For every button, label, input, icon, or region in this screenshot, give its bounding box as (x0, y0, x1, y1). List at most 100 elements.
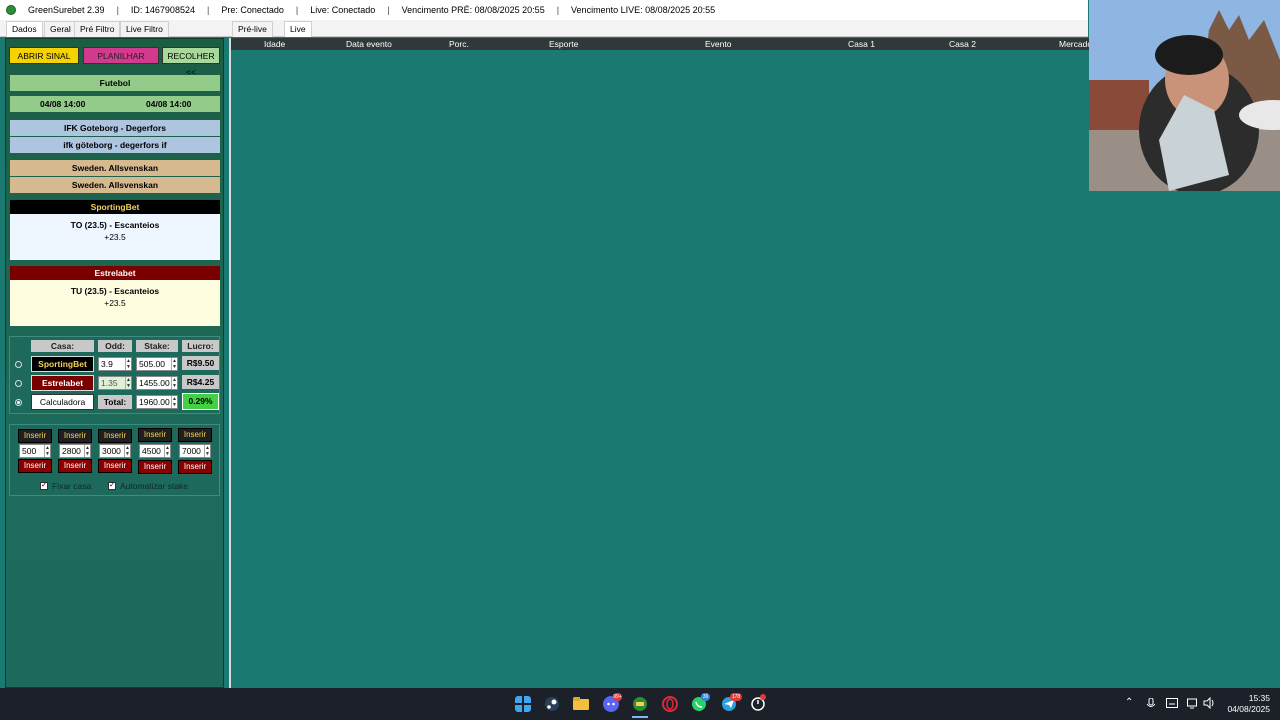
header-lucro: Lucro: (182, 340, 219, 352)
inserir-house1-7000[interactable]: Inserir (178, 428, 212, 442)
quick-stake-input[interactable]: 7000 ▲ ▼ (179, 444, 211, 458)
steam-icon[interactable] (544, 696, 560, 712)
tab-dados[interactable]: Dados (6, 21, 43, 37)
active-app-indicator (632, 716, 648, 718)
webcam-overlay (1089, 0, 1280, 191)
quick-stake-value: 3000 (102, 446, 121, 456)
house1-market: TO (23.5) - Escanteios (70, 220, 160, 230)
notification-dot (760, 694, 766, 700)
quick-stake-panel: Inserir Inserir Inserir Inserir Inserir … (9, 424, 220, 496)
stake2-input[interactable]: 1455.00 ▲ ▼ (136, 376, 178, 390)
tab-pre-live[interactable]: Pré-live (232, 21, 273, 37)
inserir-house1-2800[interactable]: Inserir (58, 429, 92, 443)
keyboard-icon[interactable] (1166, 698, 1178, 708)
odd1-input[interactable]: 3.9 ▲ ▼ (98, 357, 132, 371)
microphone-icon[interactable] (1146, 698, 1156, 710)
house1-calc-button[interactable]: SportingBet (31, 356, 94, 372)
discord-badge: 99+ (613, 693, 622, 701)
radio-house1[interactable] (15, 361, 22, 368)
header-stake: Stake: (136, 340, 178, 352)
spinner-arrows-icon[interactable]: ▲ ▼ (125, 377, 131, 389)
greensurebet-app-icon[interactable] (632, 696, 648, 712)
tab-live-filtro[interactable]: Live Filtro (120, 21, 169, 37)
radio-house2[interactable] (15, 380, 22, 387)
abrir-sinal-button[interactable]: ABRIR SINAL (9, 47, 79, 64)
date-house2: 04/08 14:00 (146, 99, 192, 109)
column-casa-2[interactable]: Casa 2 (949, 39, 976, 49)
column-porc[interactable]: Porc. (449, 39, 469, 49)
column-casa-1[interactable]: Casa 1 (848, 39, 875, 49)
windows-start-icon[interactable] (515, 696, 531, 712)
signal-panel: ABRIR SINAL PLANILHAR RECOLHER << Futebo… (5, 38, 224, 688)
quick-stake-input[interactable]: 4500 ▲ ▼ (139, 444, 171, 458)
header-odd: Odd: (98, 340, 132, 352)
column-esporte[interactable]: Esporte (549, 39, 578, 49)
lucro1-value: R$9.50 (182, 356, 219, 370)
quick-stake-input[interactable]: 3000 ▲ ▼ (99, 444, 131, 458)
inserir-house1-500[interactable]: Inserir (18, 429, 52, 443)
inserir-house2-3000[interactable]: Inserir (98, 459, 132, 473)
inserir-house2-7000[interactable]: Inserir (178, 460, 212, 474)
radio-calculadora[interactable] (15, 399, 22, 406)
column-data-evento[interactable]: Data evento (346, 39, 392, 49)
system-clock[interactable]: 15:35 04/08/2025 (1222, 693, 1270, 715)
chevron-up-icon[interactable]: ⌃ (1125, 697, 1133, 708)
inserir-house1-4500[interactable]: Inserir (138, 428, 172, 442)
quick-stake-value: 7000 (182, 446, 201, 456)
total-label: Total: (98, 395, 132, 409)
spinner-arrows-icon[interactable]: ▲ ▼ (44, 445, 50, 457)
tab-pre-filtro[interactable]: Pré Filtro (74, 21, 121, 37)
total-input[interactable]: 1960.00 ▲ ▼ (136, 395, 178, 409)
spinner-arrows-icon[interactable]: ▲ ▼ (164, 445, 170, 457)
date-bar: 04/08 14:00 04/08 14:00 (10, 96, 220, 112)
league-name-1: Sweden. Allsvenskan (10, 160, 220, 176)
odd2-input[interactable]: 1.35 ▲ ▼ (98, 376, 132, 390)
app-title: GreenSurebet 2.39 (28, 5, 105, 15)
event-name-2: ifk göteborg - degerfors if (10, 137, 220, 153)
column-evento[interactable]: Evento (705, 39, 731, 49)
inserir-house2-2800[interactable]: Inserir (58, 459, 92, 473)
tab-bar: Dados Geral Pré Filtro Live Filtro Pré-l… (0, 20, 1088, 37)
house2-market: TU (23.5) - Escanteios (70, 286, 160, 296)
taskbar: 99+ 36 178 ⌃ 15:35 04/08/2025 (0, 688, 1280, 720)
file-explorer-icon[interactable] (573, 696, 589, 712)
pre-status: Pre: Conectado (221, 5, 284, 15)
calculator-panel: Casa: Odd: Stake: Lucro: SportingBet 3.9… (9, 336, 220, 414)
spinner-arrows-icon[interactable]: ▲ ▼ (171, 396, 177, 408)
fixar-casa-label: Fixar casa (52, 481, 92, 491)
clock-date: 04/08/2025 (1227, 704, 1270, 714)
spinner-arrows-icon[interactable]: ▲ ▼ (171, 377, 177, 389)
inserir-house2-4500[interactable]: Inserir (138, 460, 172, 474)
tab-geral[interactable]: Geral (44, 21, 77, 37)
quick-stake-input[interactable]: 500 ▲ ▼ (19, 444, 51, 458)
spinner-arrows-icon[interactable]: ▲ ▼ (124, 445, 130, 457)
column-mercado[interactable]: Mercado (1059, 39, 1092, 49)
odd1-value: 3.9 (101, 359, 113, 369)
house2-line: +23.5 (104, 298, 126, 308)
separator: | (295, 5, 299, 15)
tab-live[interactable]: Live (284, 21, 312, 37)
column-idade[interactable]: Idade (264, 39, 285, 49)
quick-stake-input[interactable]: 2800 ▲ ▼ (59, 444, 91, 458)
recolher-button[interactable]: RECOLHER << (162, 47, 220, 77)
volume-icon[interactable] (1203, 697, 1215, 709)
spinner-arrows-icon[interactable]: ▲ ▼ (204, 445, 210, 457)
spinner-arrows-icon[interactable]: ▲ ▼ (171, 358, 177, 370)
inserir-house1-3000[interactable]: Inserir (98, 429, 132, 443)
quick-stake-value: 2800 (62, 446, 81, 456)
inserir-house2-500[interactable]: Inserir (18, 459, 52, 473)
opera-gx-icon[interactable] (662, 696, 678, 712)
clock-time: 15:35 (1248, 693, 1270, 703)
house2-calc-button[interactable]: Estrelabet (31, 375, 94, 391)
spinner-arrows-icon[interactable]: ▲ ▼ (84, 445, 90, 457)
planilhar-button[interactable]: PLANILHAR (83, 47, 159, 64)
spinner-arrows-icon[interactable]: ▲ ▼ (125, 358, 131, 370)
whatsapp-badge: 36 (701, 693, 710, 701)
fixar-casa-checkbox[interactable]: ✓ (40, 482, 48, 490)
automatizar-stake-checkbox[interactable]: ✓ (108, 482, 116, 490)
calculadora-button[interactable]: Calculadora (31, 394, 94, 410)
network-icon[interactable] (1187, 697, 1199, 709)
house1-header: SportingBet (10, 200, 220, 214)
house1-line: +23.5 (104, 232, 126, 242)
stake1-input[interactable]: 505.00 ▲ ▼ (136, 357, 178, 371)
